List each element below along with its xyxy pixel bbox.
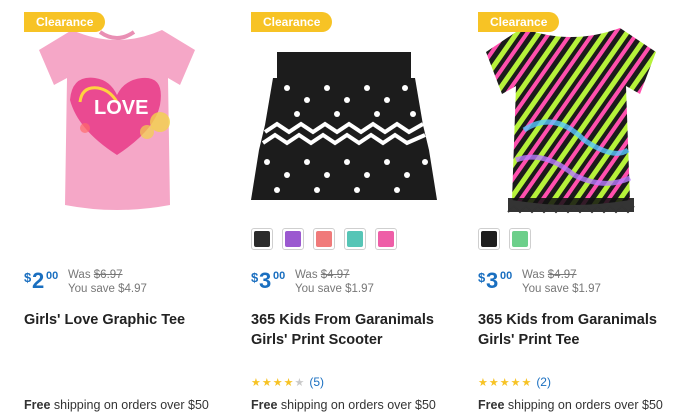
rating[interactable]: ★★★★★ (2) [478,375,551,389]
product-title-line1[interactable]: 365 Kids From Garanimals [251,312,434,328]
product-title-line2[interactable]: Girls' Print Scooter [251,332,383,348]
was-price: $4.97 [320,269,350,281]
price-cents: 00 [46,270,59,282]
product-grid: LOVE Clearance $ 2 00 Was $6.97 You save… [0,0,686,418]
was-label: Was [522,269,545,281]
swatch-coral-dots[interactable] [313,228,335,250]
product-title-text[interactable]: Girls' Love Graphic Tee [24,312,185,328]
color-swatches [251,228,397,252]
review-count-link[interactable]: (2) [536,375,551,389]
swatch-purple[interactable] [282,228,304,250]
you-save-text: You save $1.97 [522,283,601,295]
shipping-free: Free [24,398,51,412]
product-card[interactable]: Clearance $ 3 00 Was $4.97 You save $1.9… [237,0,451,418]
swatch-black-print[interactable] [251,228,273,250]
shipping-free: Free [478,398,505,412]
price-cents: 00 [500,270,513,282]
product-card[interactable]: LOVE Clearance $ 2 00 Was $6.97 You save… [10,0,224,418]
price-whole: 3 [486,268,499,293]
product-card[interactable]: Clearance $ 3 00 Was $4.97 You save $1.9… [464,0,678,418]
was-price-block: Was $6.97 You save $4.97 [68,268,147,296]
product-image[interactable] [237,10,451,220]
clearance-badge: Clearance [478,12,560,32]
product-title[interactable]: 365 Kids from Garanimals Girls' Print Te… [478,310,678,350]
price-whole: 3 [259,268,272,293]
shipping-rest: shipping on orders over $50 [277,398,436,412]
product-title-line2[interactable]: Girls' Print Tee [478,332,580,348]
star-rating-icon: ★★★★★ [251,376,306,389]
product-title-line1[interactable]: 365 Kids from Garanimals [478,312,657,328]
shirt-graphic-text: LOVE [94,97,148,119]
price-dollar-sign: $ [251,270,259,285]
product-image[interactable] [464,10,678,220]
shipping-rest: shipping on orders over $50 [504,398,663,412]
you-save-text: You save $4.97 [68,283,147,295]
was-price-block: Was $4.97 You save $1.97 [295,268,374,296]
product-title[interactable]: 365 Kids From Garanimals Girls' Print Sc… [251,310,451,350]
was-label: Was [68,269,91,281]
price-whole: 2 [32,268,45,293]
swatch-black-zebra[interactable] [478,228,500,250]
review-count-link[interactable]: (5) [309,375,324,389]
swatch-green-print[interactable] [509,228,531,250]
price-cents: 00 [273,270,286,282]
shipping-note: Free shipping on orders over $50 [478,398,663,412]
shipping-note: Free shipping on orders over $50 [24,398,209,412]
product-image[interactable]: LOVE [10,10,224,220]
price-dollar-sign: $ [478,270,486,285]
was-price-block: Was $4.97 You save $1.97 [522,268,601,296]
you-save-text: You save $1.97 [295,283,374,295]
was-price: $4.97 [547,269,577,281]
shipping-note: Free shipping on orders over $50 [251,398,436,412]
was-label: Was [295,269,318,281]
color-swatches [478,228,531,252]
product-title[interactable]: Girls' Love Graphic Tee [24,310,224,330]
shipping-free: Free [251,398,278,412]
clearance-badge: Clearance [251,12,333,32]
price-dollar-sign: $ [24,270,32,285]
swatch-pink-dots[interactable] [375,228,397,250]
shipping-rest: shipping on orders over $50 [50,398,209,412]
rating[interactable]: ★★★★★ (5) [251,375,324,389]
clearance-badge: Clearance [24,12,106,32]
star-rating-icon: ★★★★★ [478,376,533,389]
swatch-teal-dots[interactable] [344,228,366,250]
was-price: $6.97 [93,269,123,281]
